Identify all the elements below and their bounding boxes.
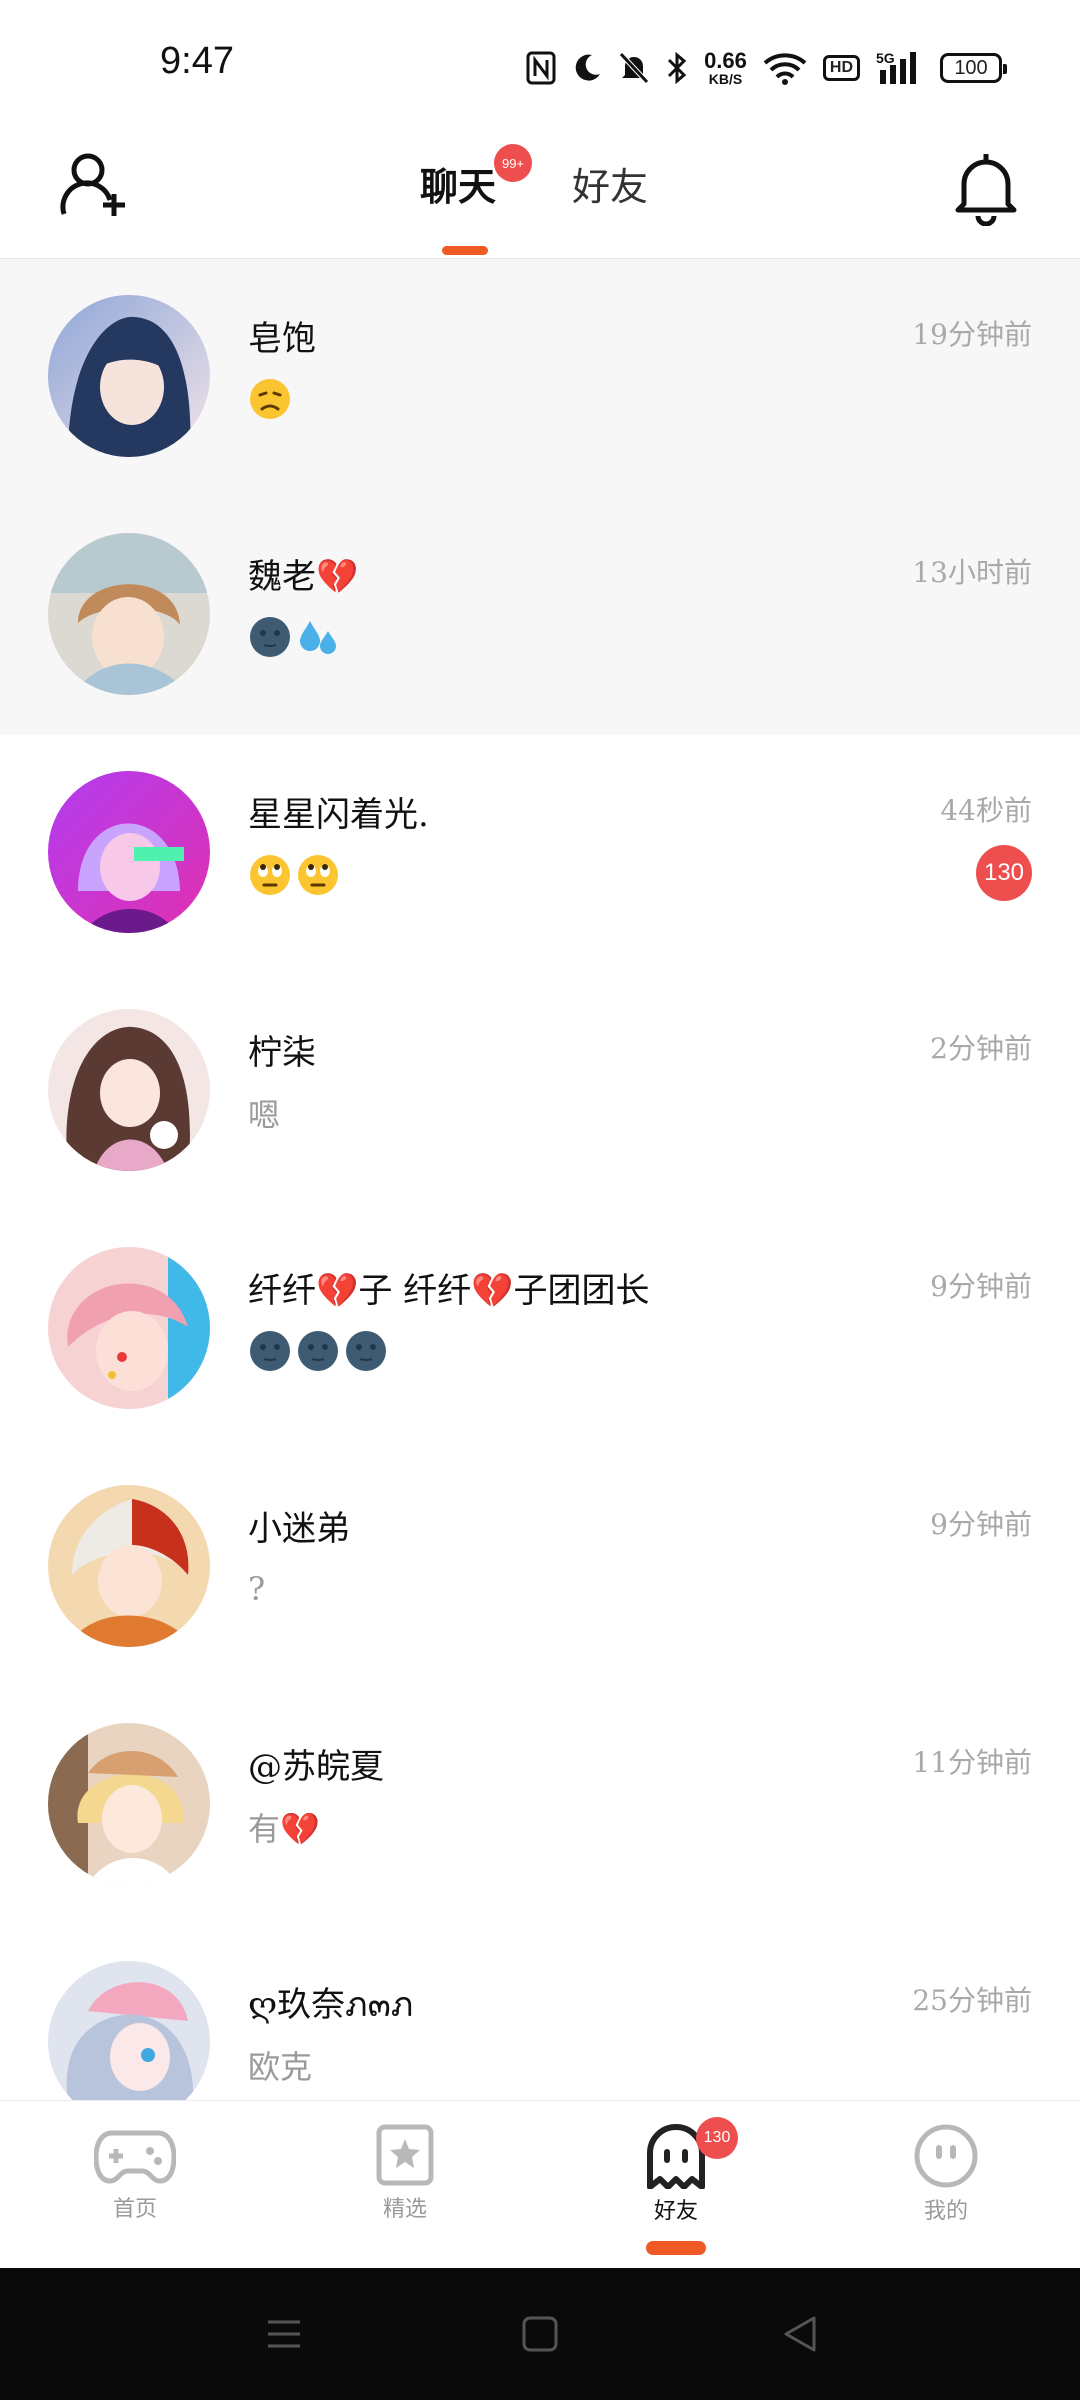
active-tab-underline: [646, 2241, 706, 2255]
chat-name: 魏老💔: [248, 557, 359, 597]
new-moon-face-emoji-icon: [248, 615, 292, 659]
chat-name: @苏皖夏: [248, 1747, 384, 1787]
nfc-icon: [526, 51, 556, 85]
conversation-list[interactable]: 皂饱 19分钟前 魏老💔 13小时前 星星闪着光. 44秒前 130 柠柒 2分…: [0, 259, 1080, 2100]
eye-roll-emoji-icon: [296, 853, 340, 897]
svg-text:5G: 5G: [876, 50, 895, 66]
signal-5g-icon: 5G: [876, 50, 916, 84]
chat-name: 小迷弟: [248, 1509, 350, 1549]
chat-name: 皂饱: [248, 319, 316, 359]
status-time: 9:47: [160, 40, 234, 82]
face-icon: [914, 2124, 978, 2188]
new-moon-face-emoji-icon: [296, 1329, 340, 1373]
active-tab-indicator: [442, 246, 488, 255]
chat-time: 44秒前: [940, 794, 1032, 827]
tab-chat[interactable]: 聊天: [420, 156, 496, 211]
chat-item[interactable]: 魏老💔 13小时前: [0, 497, 1080, 735]
chat-item[interactable]: 小迷弟 9分钟前 ?: [0, 1449, 1080, 1687]
menu-icon[interactable]: [262, 2312, 306, 2356]
add-friend-icon: [60, 153, 125, 216]
chat-preview: 有💔: [248, 1810, 320, 1848]
wifi-icon: [763, 53, 807, 85]
status-icons: 0.66 KB/S HD 5G 100: [526, 44, 1007, 92]
unread-badge: 130: [976, 845, 1032, 901]
new-moon-face-emoji-icon: [248, 1329, 292, 1373]
avatar[interactable]: [48, 1723, 210, 1885]
chat-tab-badge: 99+: [494, 144, 532, 182]
moon-icon: [575, 54, 601, 81]
chat-time: 9分钟前: [930, 1508, 1032, 1541]
home-icon[interactable]: [518, 2312, 562, 2356]
tab-friends[interactable]: 好友: [572, 156, 648, 211]
star-bookmark-icon: [376, 2124, 434, 2186]
mute-bell-icon: [619, 52, 649, 84]
status-bar: 9:47 0.66 KB/S HD 5G 100: [0, 0, 1080, 130]
avatar[interactable]: [48, 1009, 210, 1171]
chat-preview: 嗯: [248, 1096, 281, 1134]
tab-home[interactable]: 首页: [55, 2123, 215, 2253]
top-nav: 聊天 99+ 好友: [0, 130, 1080, 259]
chat-name: 星星闪着光.: [248, 795, 429, 835]
chat-item[interactable]: @苏皖夏 11分钟前 有💔: [0, 1687, 1080, 1925]
tab-profile[interactable]: 我的: [866, 2123, 1026, 2253]
avatar[interactable]: [48, 771, 210, 933]
tab-featured-label: 精选: [382, 2197, 427, 2222]
avatar[interactable]: [48, 1961, 210, 2100]
notifications-button[interactable]: [950, 150, 1022, 227]
chat-item[interactable]: 星星闪着光. 44秒前 130: [0, 735, 1080, 973]
chat-preview: 欧克: [248, 2048, 313, 2086]
new-moon-face-emoji-icon: [344, 1329, 388, 1373]
chat-preview: [248, 369, 292, 429]
system-nav-bar: [0, 2268, 1080, 2400]
tab-profile-label: 我的: [923, 2199, 968, 2224]
chat-name: 柠柒: [248, 1033, 316, 1073]
avatar[interactable]: [48, 533, 210, 695]
chat-time: 2分钟前: [930, 1032, 1032, 1065]
eye-roll-emoji-icon: [248, 853, 292, 897]
chat-preview: [248, 1321, 388, 1381]
chat-item[interactable]: 纤纤💔子 纤纤💔子团团长 9分钟前: [0, 1211, 1080, 1449]
avatar[interactable]: [48, 1247, 210, 1409]
chat-time: 25分钟前: [912, 1984, 1032, 2017]
chat-preview: [248, 845, 340, 905]
chat-time: 9分钟前: [930, 1270, 1032, 1303]
friends-tab-badge: 130: [696, 2117, 738, 2159]
tab-home-label: 首页: [112, 2197, 157, 2222]
bluetooth-icon: [668, 51, 687, 85]
hd-badge: HD: [822, 55, 860, 81]
chat-preview: ?: [248, 1570, 266, 1608]
chat-name: ღ玖奈ภ๓ภ: [248, 1985, 414, 2025]
avatar[interactable]: [48, 1485, 210, 1647]
chat-time: 13小时前: [912, 556, 1032, 589]
network-speed: 0.66 KB/S: [704, 48, 747, 87]
chat-item[interactable]: 皂饱 19分钟前: [0, 259, 1080, 497]
chat-item[interactable]: ღ玖奈ภ๓ภ 25分钟前 欧克: [0, 1925, 1080, 2100]
sweat-droplets-emoji-icon: [296, 615, 340, 659]
chat-time: 19分钟前: [912, 318, 1032, 351]
gamepad-icon: [94, 2130, 176, 2184]
bell-icon: [955, 154, 1017, 227]
add-friend-button[interactable]: [60, 150, 130, 220]
tab-friends-bottom[interactable]: 130 好友: [596, 2117, 756, 2255]
chat-preview: [248, 607, 340, 667]
battery-indicator: 100: [940, 53, 1007, 83]
chat-item[interactable]: 柠柒 2分钟前 嗯: [0, 973, 1080, 1211]
back-icon[interactable]: [778, 2312, 822, 2356]
disappointed-emoji-icon: [248, 377, 292, 421]
avatar[interactable]: [48, 295, 210, 457]
tab-featured[interactable]: 精选: [325, 2123, 485, 2253]
chat-name: 纤纤💔子 纤纤💔子团团长: [248, 1271, 650, 1311]
tab-friends-label: 好友: [653, 2199, 698, 2224]
chat-time: 11分钟前: [912, 1746, 1032, 1779]
bottom-tab-bar: 首页 精选 130 好友 我的: [0, 2100, 1080, 2269]
